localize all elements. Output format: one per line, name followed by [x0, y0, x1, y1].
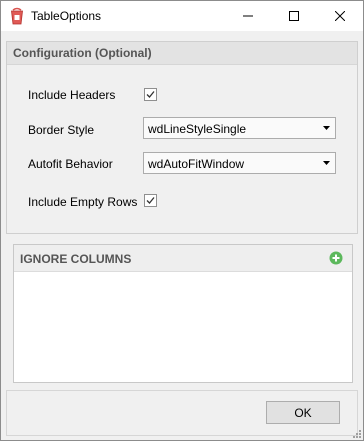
- app-bucket-icon: [10, 7, 24, 25]
- ignore-columns-header: IGNORE COLUMNS: [14, 245, 352, 272]
- dialog-window: TableOptions Configuration (Optional) In…: [0, 0, 364, 441]
- include-empty-rows-checkbox[interactable]: [144, 194, 157, 207]
- window-title: TableOptions: [31, 9, 102, 23]
- chevron-down-icon: [323, 161, 330, 165]
- border-style-dropdown[interactable]: wdLineStyleSingle: [143, 117, 336, 139]
- ignore-columns-title: IGNORE COLUMNS: [20, 252, 132, 266]
- minimize-button[interactable]: [225, 1, 271, 31]
- dialog-footer: OK: [6, 390, 358, 436]
- resize-grip-icon[interactable]: [351, 428, 361, 438]
- border-style-label: Border Style: [28, 123, 95, 137]
- close-button[interactable]: [317, 1, 363, 31]
- configuration-title: Configuration (Optional): [13, 46, 152, 60]
- minimize-icon: [243, 15, 253, 17]
- title-bar[interactable]: TableOptions: [1, 1, 363, 31]
- configuration-group: Configuration (Optional) Include Headers…: [6, 41, 358, 234]
- autofit-behavior-label: Autofit Behavior: [28, 157, 113, 171]
- ok-button[interactable]: OK: [266, 401, 340, 424]
- include-empty-rows-label: Include Empty Rows: [28, 195, 138, 209]
- ignore-columns-group: IGNORE COLUMNS: [13, 244, 353, 383]
- include-headers-checkbox[interactable]: [144, 88, 157, 101]
- add-circle-icon[interactable]: [329, 251, 343, 265]
- checkmark-icon: [146, 91, 155, 98]
- include-headers-label: Include Headers: [28, 88, 116, 102]
- ignore-columns-list: [14, 272, 352, 382]
- maximize-button[interactable]: [271, 1, 317, 31]
- maximize-icon: [289, 11, 299, 21]
- border-style-value: wdLineStyleSingle: [148, 122, 247, 136]
- configuration-header: Configuration (Optional): [7, 42, 357, 65]
- chevron-down-icon: [323, 126, 330, 130]
- autofit-behavior-value: wdAutoFitWindow: [148, 157, 245, 171]
- checkmark-icon: [146, 197, 155, 204]
- autofit-behavior-dropdown[interactable]: wdAutoFitWindow: [143, 152, 336, 174]
- close-icon: [335, 11, 345, 21]
